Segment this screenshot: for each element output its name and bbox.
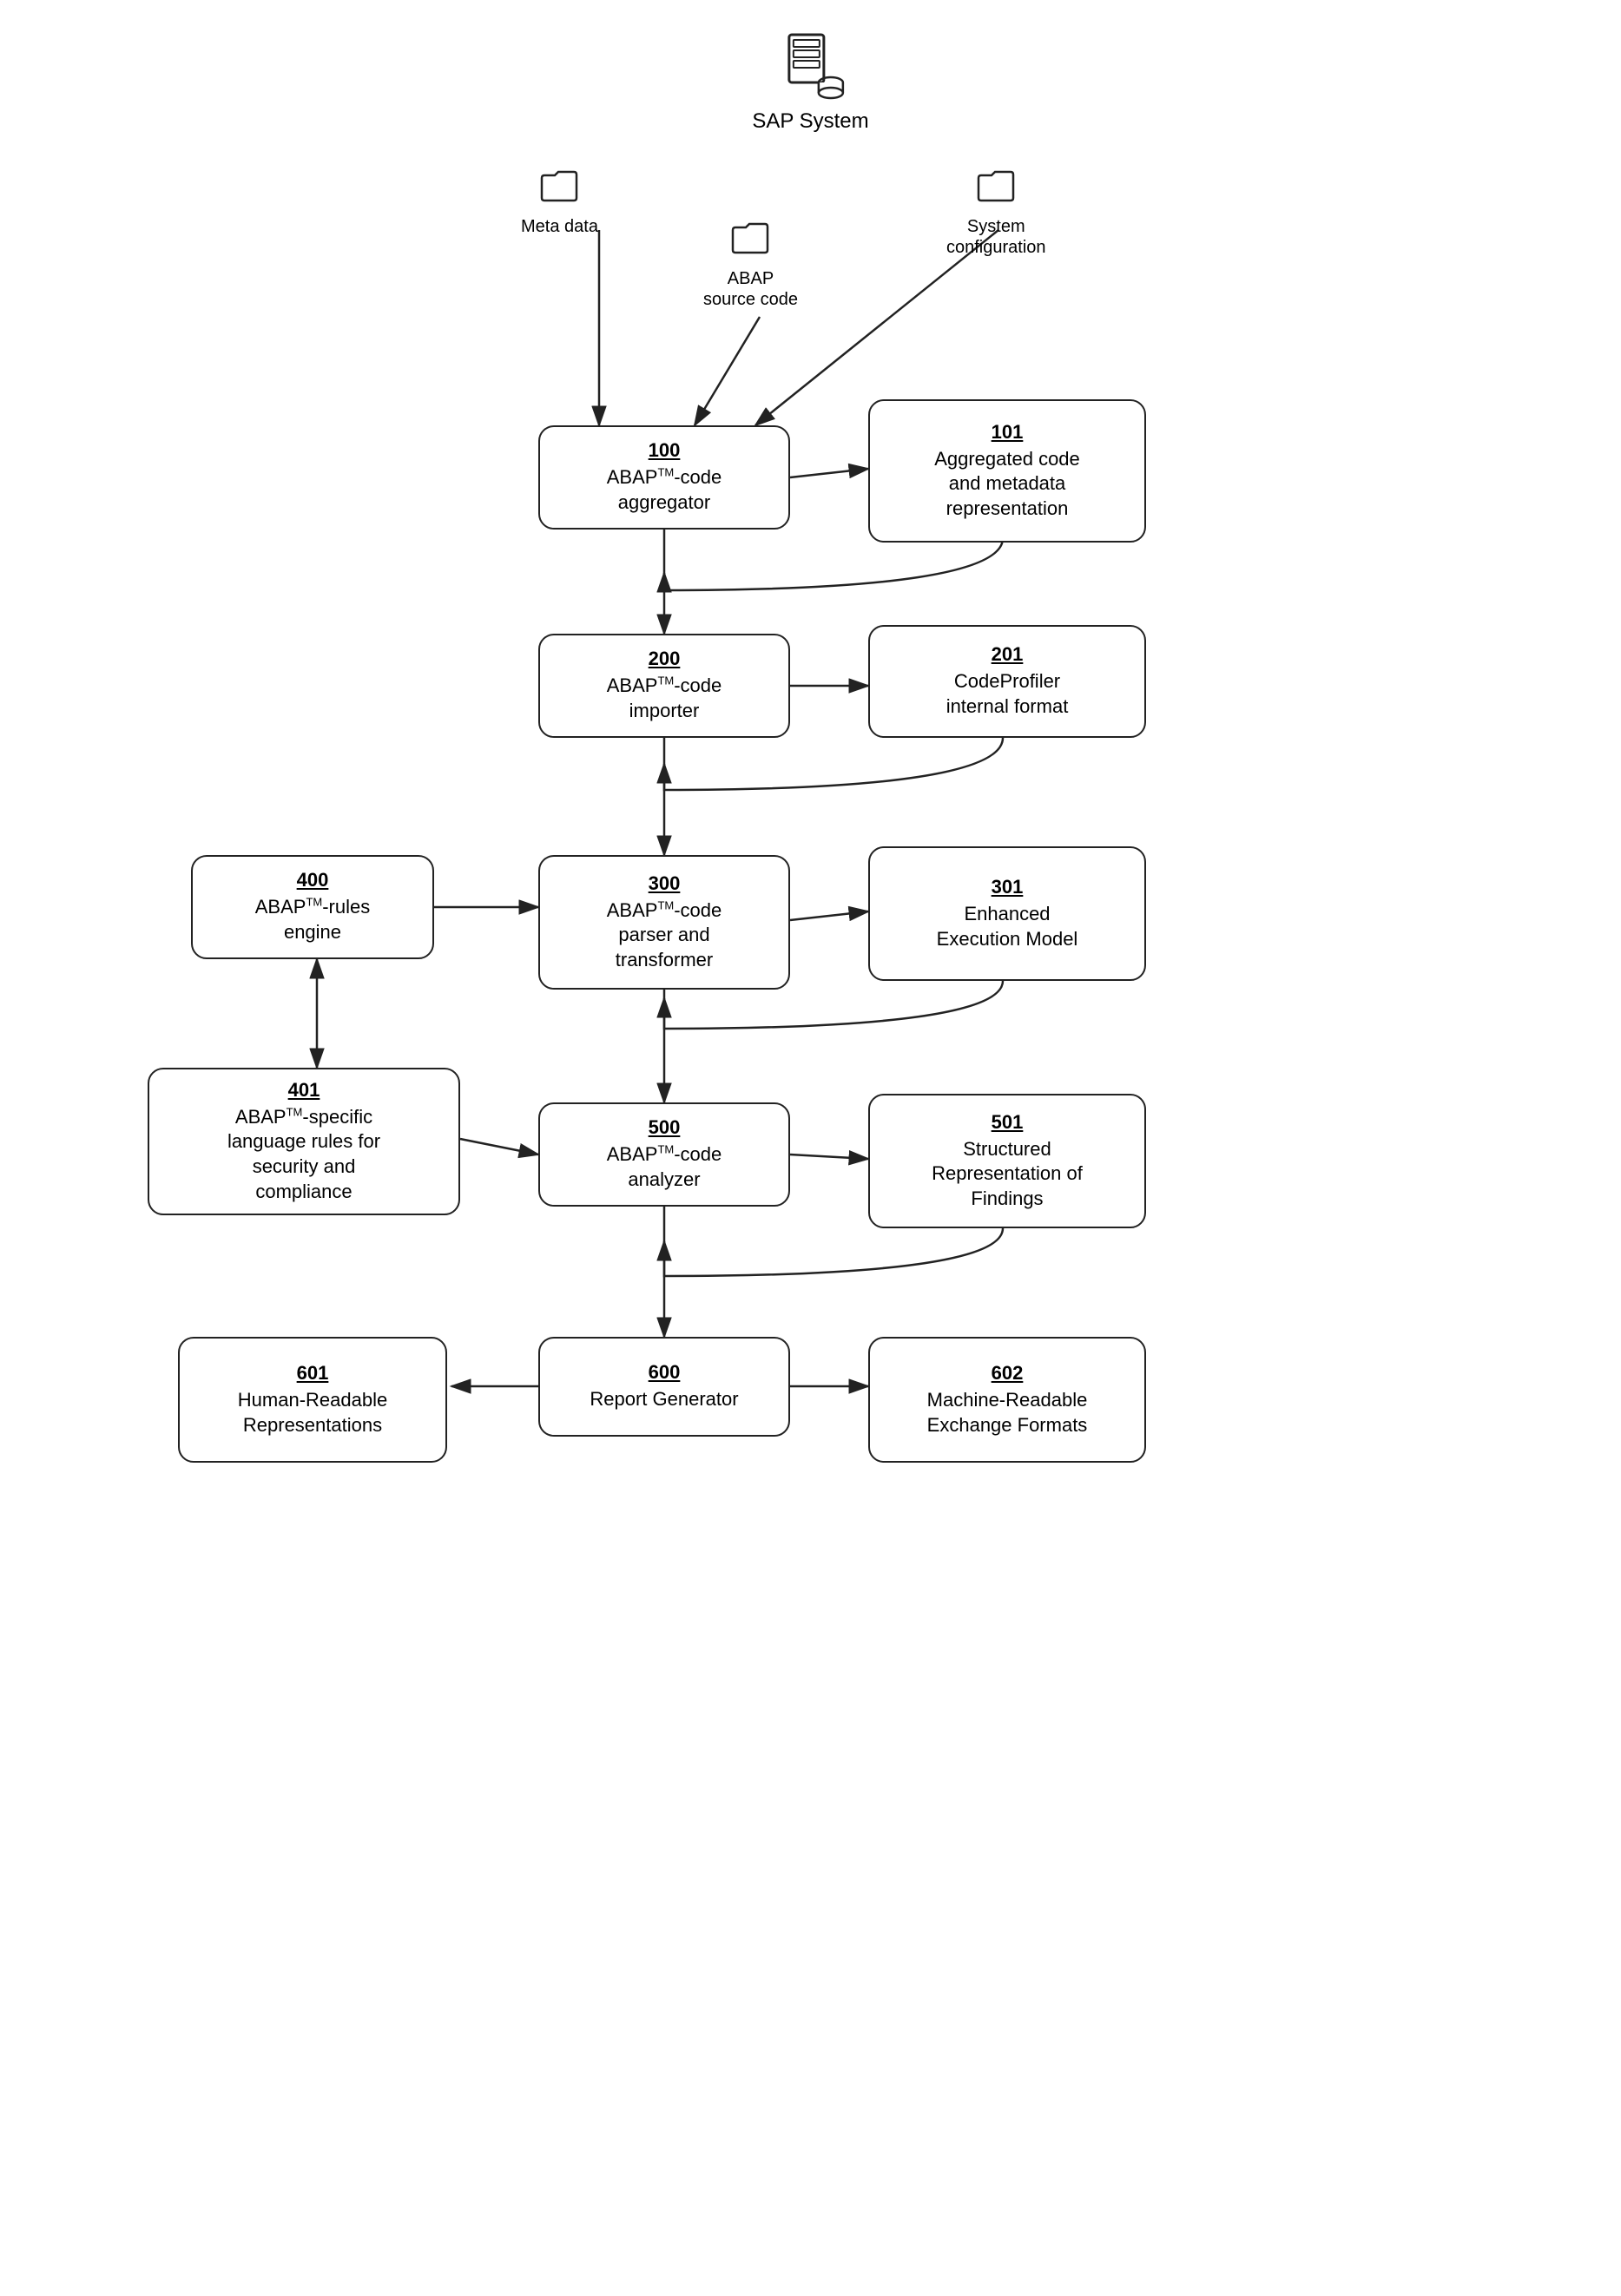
- box-601-number: 601: [297, 1362, 329, 1385]
- box-400: 400 ABAPTM‑rulesengine: [191, 855, 434, 959]
- server-icon: [772, 26, 850, 104]
- folder-sysconfig: System configuration: [946, 165, 1046, 258]
- box-401-label: ABAPTM‑specificlanguage rules forsecurit…: [227, 1105, 380, 1204]
- box-101: 101 Aggregated codeand metadatarepresent…: [868, 399, 1146, 543]
- box-400-number: 400: [297, 869, 329, 891]
- box-201: 201 CodeProfilerinternal format: [868, 625, 1146, 738]
- folder-abap-label: ABAP source code: [703, 268, 798, 310]
- sap-label: SAP System: [752, 109, 868, 134]
- box-201-number: 201: [992, 643, 1024, 666]
- folder-sysconfig-icon: [974, 165, 1018, 213]
- box-100-label: ABAPTM‑codeaggregator: [607, 465, 722, 515]
- box-602: 602 Machine-ReadableExchange Formats: [868, 1337, 1146, 1463]
- box-300: 300 ABAPTM‑codeparser andtransformer: [538, 855, 790, 990]
- box-301-label: EnhancedExecution Model: [937, 902, 1078, 951]
- folder-sysconfig-label: System configuration: [946, 216, 1046, 258]
- sap-system-area: SAP System: [752, 26, 868, 134]
- box-301-number: 301: [992, 876, 1024, 898]
- box-300-label: ABAPTM‑codeparser andtransformer: [607, 898, 722, 973]
- box-400-label: ABAPTM‑rulesengine: [255, 895, 371, 944]
- box-600-label: Report Generator: [590, 1387, 738, 1412]
- box-500-number: 500: [649, 1116, 681, 1139]
- box-602-number: 602: [992, 1362, 1024, 1385]
- box-100: 100 ABAPTM‑codeaggregator: [538, 425, 790, 530]
- folder-metadata-label: Meta data: [521, 216, 598, 237]
- box-401-number: 401: [288, 1079, 320, 1102]
- box-401: 401 ABAPTM‑specificlanguage rules forsec…: [148, 1068, 460, 1215]
- box-500: 500 ABAPTM‑codeanalyzer: [538, 1102, 790, 1207]
- box-600: 600 Report Generator: [538, 1337, 790, 1437]
- diagram-container: SAP System Meta data ABAP source code Sy…: [0, 0, 1621, 2296]
- box-201-label: CodeProfilerinternal format: [946, 669, 1069, 719]
- box-101-number: 101: [992, 421, 1024, 444]
- box-200: 200 ABAPTM‑codeimporter: [538, 634, 790, 738]
- box-601: 601 Human-ReadableRepresentations: [178, 1337, 447, 1463]
- box-300-number: 300: [649, 872, 681, 895]
- folder-abap-icon: [728, 217, 772, 265]
- folder-metadata: Meta data: [521, 165, 598, 237]
- box-101-label: Aggregated codeand metadatarepresentatio…: [934, 447, 1080, 522]
- folder-metadata-icon: [537, 165, 581, 213]
- box-301: 301 EnhancedExecution Model: [868, 846, 1146, 981]
- box-100-number: 100: [649, 439, 681, 462]
- box-200-label: ABAPTM‑codeimporter: [607, 674, 722, 723]
- box-600-number: 600: [649, 1361, 681, 1384]
- box-200-number: 200: [649, 648, 681, 670]
- box-602-label: Machine-ReadableExchange Formats: [927, 1388, 1088, 1437]
- box-501: 501 StructuredRepresentation ofFindings: [868, 1094, 1146, 1228]
- box-601-label: Human-ReadableRepresentations: [238, 1388, 387, 1437]
- box-501-number: 501: [992, 1111, 1024, 1134]
- folder-abap-source: ABAP source code: [703, 217, 798, 310]
- box-501-label: StructuredRepresentation ofFindings: [932, 1137, 1083, 1212]
- box-500-label: ABAPTM‑codeanalyzer: [607, 1142, 722, 1192]
